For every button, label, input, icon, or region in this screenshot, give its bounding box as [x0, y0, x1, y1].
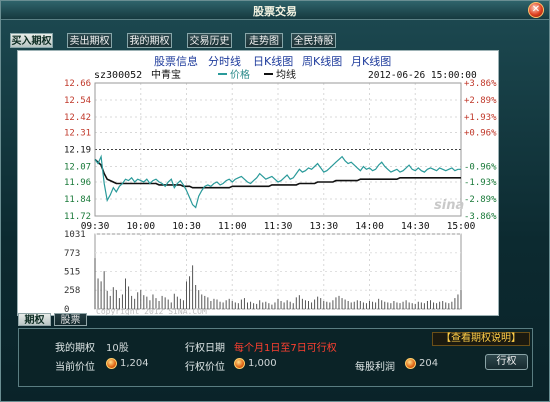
time-tick: 14:30	[401, 221, 430, 232]
tab-public-holding[interactable]: 全民持股	[291, 33, 336, 48]
time-tick: 14:00	[355, 221, 384, 232]
stock-code: sz300052	[94, 70, 142, 81]
close-icon: ✕	[531, 4, 541, 15]
time-tick: 15:00	[447, 221, 476, 232]
price-tick: 11.96	[64, 178, 91, 188]
price-tick: 12.31	[64, 129, 91, 139]
price-tick: 12.19	[64, 146, 91, 156]
nav-intraday[interactable]: 分时线	[208, 53, 241, 69]
price-tick: 12.07	[64, 162, 91, 172]
legend-avg: 均线	[276, 68, 296, 81]
current-price-label: 当前价位	[55, 362, 95, 373]
pct-tick: +1.93%	[464, 113, 497, 123]
chart-datetime: 2012-06-26 15:00:00	[368, 70, 477, 81]
window-title: 股票交易	[253, 5, 297, 18]
time-tick: 11:30	[264, 221, 293, 232]
time-tick: 10:30	[172, 221, 201, 232]
stock-name: 中青宝	[151, 68, 181, 81]
chart-panel: sz300052 中青宝 价格 均线 2012-06-26 15:00:00 12.66 +…	[17, 50, 499, 316]
price-tick: 11.84	[64, 195, 91, 205]
pct-tick: -1.93%	[464, 178, 497, 188]
tab-buy-options[interactable]: 买入期权	[10, 33, 53, 48]
price-tick: 12.66	[64, 79, 91, 89]
current-price-value: 1,204	[120, 358, 149, 369]
profit-per-share-label: 每股利润	[355, 362, 395, 373]
volume-tick: 773	[64, 249, 80, 259]
exercise-price-label: 行权价位	[185, 362, 225, 373]
close-button[interactable]: ✕	[528, 2, 544, 18]
time-tick: 13:30	[309, 221, 338, 232]
pct-tick: -0.96%	[464, 162, 497, 172]
coin-icon	[234, 358, 245, 369]
price-tick: 12.54	[64, 96, 91, 106]
copyright-text: Copyright 2012 SINA.COM	[96, 307, 207, 315]
my-options-label: 我的期权	[55, 343, 95, 354]
tab-sell-options[interactable]: 卖出期权	[67, 33, 112, 48]
view-option-help-button[interactable]: 【查看期权说明】	[432, 332, 530, 346]
pct-tick: +0.96%	[464, 129, 497, 139]
subtab-stock[interactable]: 股票	[54, 313, 87, 326]
nav-stock-info[interactable]: 股票信息	[154, 53, 198, 69]
chart-nav: 股票信息 分时线 日K线图 周K线图 月K线图	[18, 53, 498, 68]
exercise-date-value: 每个月1日至7日可行权	[234, 343, 337, 354]
pct-tick: +3.86%	[464, 79, 497, 89]
profit-per-share-value: 204	[419, 358, 439, 369]
subtab-options[interactable]: 期权	[18, 313, 51, 326]
time-tick: 10:00	[126, 221, 155, 232]
trading-window: 股票交易 ✕ 买入期权 卖出期权 我的期权 交易历史 走势图 全民持股 sz30…	[0, 0, 550, 402]
nav-daily-k[interactable]: 日K线图	[253, 53, 293, 69]
price-tick: 12.42	[64, 113, 91, 123]
nav-weekly-k[interactable]: 周K线图	[302, 53, 342, 69]
exercise-price-value: 1,000	[248, 358, 277, 369]
volume-tick: 258	[64, 286, 80, 296]
tab-trend-chart[interactable]: 走势图	[245, 33, 283, 48]
exercise-date-label: 行权日期	[185, 343, 225, 354]
sina-watermark: sina	[434, 198, 464, 213]
stock-chart: sz300052 中青宝 价格 均线 2012-06-26 15:00:00 12.66 +…	[64, 68, 497, 315]
tab-my-options[interactable]: 我的期权	[127, 33, 172, 48]
volume-tick: 1031	[64, 230, 86, 240]
title-bar[interactable]: 股票交易 ✕	[1, 1, 549, 20]
nav-monthly-k[interactable]: 月K线图	[351, 53, 391, 69]
coin-icon	[405, 358, 416, 369]
exercise-button[interactable]: 行权	[485, 354, 528, 370]
pct-tick: -2.89%	[464, 195, 497, 205]
coin-icon	[106, 358, 117, 369]
legend-price: 价格	[230, 68, 250, 81]
volume-tick: 515	[64, 268, 80, 278]
pct-tick: +2.89%	[464, 96, 497, 106]
option-info-panel: 我的期权 10股 行权日期 每个月1日至7日可行权 【查看期权说明】 当前价位 …	[18, 328, 533, 387]
my-options-value: 10股	[106, 343, 129, 354]
tab-trade-history[interactable]: 交易历史	[187, 33, 232, 48]
time-tick: 11:00	[218, 221, 247, 232]
